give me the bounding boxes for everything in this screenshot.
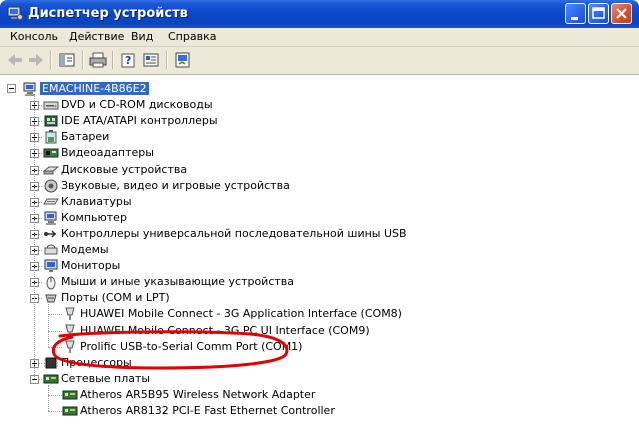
tree-category-battery[interactable]: Батареи <box>61 130 109 143</box>
toolbar-separator <box>82 51 84 69</box>
menu-bar: Консоль Действие Вид Справка <box>0 28 639 47</box>
forward-arrow-icon[interactable] <box>26 51 46 69</box>
dvd-drive-icon <box>43 101 59 110</box>
toolbar-separator <box>112 51 114 69</box>
battery-icon <box>45 130 57 144</box>
device-tree[interactable]: EMACHINE-4B86E2 DVD и CD-ROM дисководы IDE… <box>0 76 639 448</box>
tree-category-keyboard[interactable]: Клавиатуры <box>61 195 132 208</box>
tree-category-ide-controller[interactable]: IDE ATA/ATAPI контроллеры <box>61 114 218 127</box>
close-icon <box>616 8 627 19</box>
tree-category-network-card[interactable]: Сетевые платы <box>61 372 150 385</box>
title-bar[interactable]: Диспетчер устройств <box>0 0 639 28</box>
minimize-button[interactable] <box>565 3 586 24</box>
tree-device-item[interactable]: Prolific USB-to-Serial Comm Port (COM1) <box>80 340 302 353</box>
sound-icon <box>44 179 58 193</box>
keyboard-icon <box>43 198 59 205</box>
tree-category-mouse[interactable]: Мыши и иные указывающие устройства <box>61 275 294 288</box>
close-button[interactable] <box>611 3 632 24</box>
toolbar-separator <box>166 51 168 69</box>
minimize-icon <box>571 17 578 20</box>
tree-line <box>48 314 62 316</box>
tree-category-dvd-drive[interactable]: DVD и CD-ROM дисководы <box>61 98 213 111</box>
tree-line <box>48 331 62 333</box>
show-hide-tree-icon[interactable] <box>57 51 77 69</box>
tree-category-computer[interactable]: Компьютер <box>61 211 127 224</box>
processor-icon <box>44 357 58 369</box>
help-icon[interactable]: ? <box>118 51 138 69</box>
menu-view[interactable]: Вид <box>131 30 153 43</box>
tree-category-monitor[interactable]: Мониторы <box>61 259 120 272</box>
maximize-button[interactable] <box>588 3 609 24</box>
mouse-icon <box>46 276 56 290</box>
computer-icon <box>44 211 57 225</box>
maximize-icon <box>592 7 605 19</box>
tree-device-item[interactable]: HUAWEI Mobile Connect - 3G Application I… <box>80 307 402 320</box>
tree-category-sound[interactable]: Звуковые, видео и игровые устройства <box>61 179 290 192</box>
svg-text:?: ? <box>125 54 131 67</box>
print-icon[interactable] <box>88 51 108 69</box>
monitor-icon <box>44 259 58 272</box>
menu-action[interactable]: Действие <box>69 30 124 43</box>
device-manager-icon <box>7 6 23 20</box>
menu-console[interactable]: Консоль <box>10 30 58 43</box>
tree-category-disk-drive[interactable]: Дисковые устройства <box>61 163 187 176</box>
tree-line <box>48 395 62 397</box>
ide-controller-icon <box>44 115 58 127</box>
tree-category-usb[interactable]: Контроллеры универсальной последовательн… <box>61 227 407 240</box>
modem-icon <box>44 244 58 255</box>
tree-root-computer[interactable]: EMACHINE-4B86E2 <box>40 82 149 95</box>
tree-device-item[interactable]: HUAWEI Mobile Connect - 3G PC UI Interfa… <box>80 324 370 337</box>
tree-line <box>48 411 62 413</box>
properties-icon[interactable] <box>141 51 161 69</box>
network-adapter-icon <box>62 390 78 400</box>
tree-category-port[interactable]: Порты (COM и LPT) <box>61 291 170 304</box>
tree-category-display-adapter[interactable]: Видеоадаптеры <box>61 146 154 159</box>
minus-icon <box>9 88 14 89</box>
tree-line <box>34 95 36 379</box>
back-arrow-icon[interactable] <box>5 51 25 69</box>
tree-line <box>48 347 62 349</box>
tree-device-item[interactable]: Atheros AR8132 PCI-E Fast Ethernet Contr… <box>80 404 335 417</box>
menu-help[interactable]: Справка <box>168 30 216 43</box>
network-adapter-icon <box>62 406 78 416</box>
root-collapse-toggle[interactable] <box>7 84 16 93</box>
toolbar-separator <box>50 51 52 69</box>
tree-line <box>48 304 50 347</box>
tree-category-modem[interactable]: Модемы <box>61 243 109 256</box>
tree-device-item[interactable]: Atheros AR5B95 Wireless Network Adapter <box>80 388 315 401</box>
com-port-icon <box>65 324 75 337</box>
update-icon[interactable] <box>173 51 193 69</box>
toolbar: ? <box>0 47 639 75</box>
tree-line <box>48 385 50 411</box>
display-adapter-icon <box>43 148 59 158</box>
tree-category-processor[interactable]: Процессоры <box>61 356 132 369</box>
usb-icon <box>44 230 57 238</box>
com-port-icon <box>65 307 75 320</box>
com-port-icon <box>65 340 75 353</box>
network-card-icon <box>43 374 59 384</box>
port-icon <box>45 294 57 303</box>
window-title: Диспетчер устройств <box>28 6 188 21</box>
disk-drive-icon <box>43 166 59 175</box>
